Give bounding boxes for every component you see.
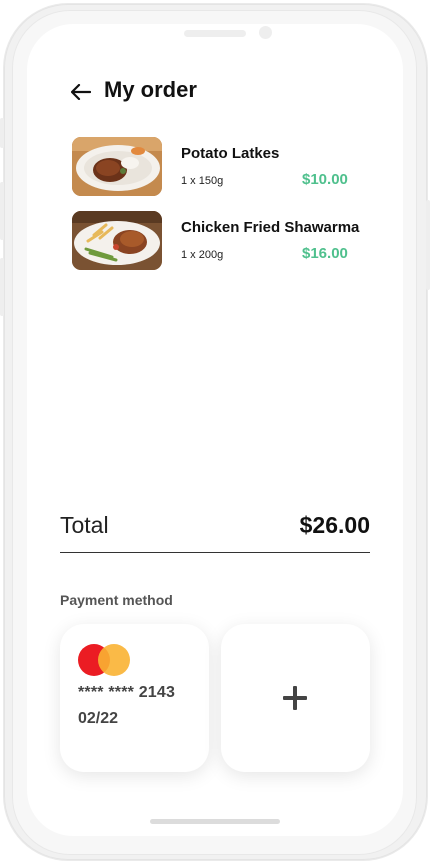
card-expiry: 02/22 — [78, 710, 119, 727]
phone-camera — [259, 26, 272, 39]
item-quantity: 1 x 150g — [181, 175, 224, 187]
food-image — [72, 137, 162, 196]
order-item[interactable]: Chicken Fried Shawarma 1 x 200g $16.00 — [72, 211, 372, 271]
plus-icon — [283, 686, 307, 710]
total-value: $26.00 — [299, 512, 370, 538]
add-payment-button[interactable] — [221, 624, 370, 772]
arrow-left-icon — [71, 84, 91, 100]
item-name: Chicken Fried Shawarma — [181, 219, 360, 236]
total-label: Total — [60, 512, 109, 538]
phone-side-button — [0, 118, 4, 148]
item-quantity: 1 x 200g — [181, 249, 224, 261]
phone-side-button — [0, 258, 4, 316]
divider — [60, 552, 370, 553]
item-name: Potato Latkes — [181, 145, 280, 162]
home-indicator — [150, 819, 280, 824]
page-title: My order — [104, 77, 197, 102]
back-button[interactable] — [68, 80, 94, 104]
phone-side-button — [426, 200, 430, 290]
order-item[interactable]: Potato Latkes 1 x 150g $10.00 — [72, 137, 372, 197]
phone-speaker — [184, 30, 246, 37]
mastercard-yellow-circle — [98, 644, 130, 676]
food-image — [72, 211, 162, 270]
phone-side-button — [0, 182, 4, 240]
item-price: $16.00 — [302, 245, 348, 262]
item-price: $10.00 — [302, 171, 348, 188]
mastercard-icon — [78, 644, 130, 676]
card-number: **** **** 2143 — [78, 684, 176, 701]
payment-card[interactable]: **** **** 2143 02/22 — [60, 624, 209, 772]
payment-method-label: Payment method — [60, 592, 173, 608]
